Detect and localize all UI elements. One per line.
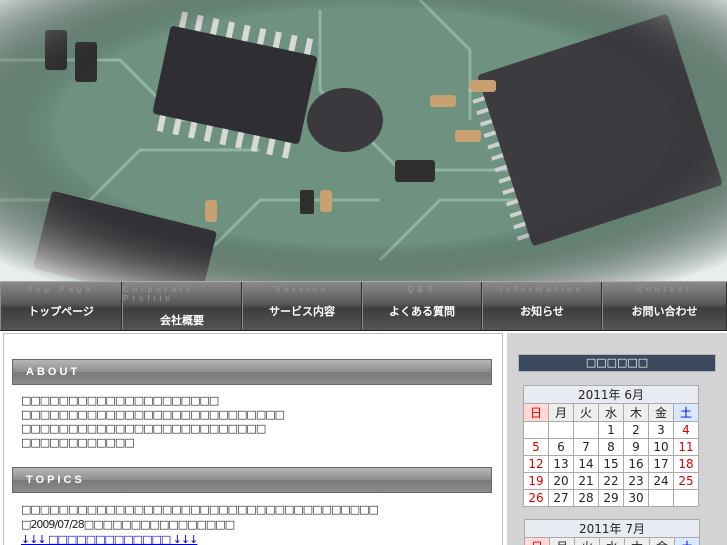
weekday-tue: 火 bbox=[573, 403, 599, 422]
calendar-july: 2011年 7月 日 月 火 水 木 金 土 bbox=[524, 519, 700, 545]
nav-en-label: Q&A bbox=[407, 285, 437, 294]
weekday-sun: 日 bbox=[523, 403, 549, 422]
about-text: □□□□□□□□□□□□□□□□□□□□□ □□□□□□□□□□□□□□□□□□… bbox=[21, 394, 285, 450]
day-cell bbox=[548, 421, 574, 439]
weekday-sat: 土 bbox=[674, 537, 700, 545]
weekday-thu: 木 bbox=[624, 537, 650, 545]
day-cell: 2 bbox=[623, 421, 649, 439]
calendar-title: □□□□□□ bbox=[518, 354, 716, 372]
weekday-fri: 金 bbox=[649, 537, 675, 545]
nav-en-label: Contact bbox=[636, 285, 693, 294]
weekday-row: 日 月 火 水 木 金 土 bbox=[523, 403, 699, 422]
week-row: 12 13 14 15 16 17 18 bbox=[523, 455, 699, 473]
nav-jp-label: お問い合わせ bbox=[631, 305, 698, 318]
day-cell: 3 bbox=[648, 421, 674, 439]
day-cell: 28 bbox=[573, 489, 599, 507]
day-cell: 20 bbox=[548, 472, 574, 490]
weekday-wed: 水 bbox=[599, 537, 625, 545]
day-cell: 18 bbox=[673, 455, 699, 473]
weekday-mon: 月 bbox=[549, 537, 575, 545]
nav-contact[interactable]: Contact お問い合わせ bbox=[602, 282, 727, 330]
topics-link[interactable]: ↓↓↓ □□□□□□□□□□□□□ ↓↓↓ bbox=[21, 533, 198, 545]
nav-en-label: Information bbox=[499, 285, 585, 294]
header-image bbox=[0, 0, 727, 281]
nav-jp-label: トップページ bbox=[28, 305, 94, 318]
nav-jp-label: 会社概要 bbox=[160, 314, 204, 327]
topics-line: □2009/07/28□□□□□□□□□□□□□□□□ bbox=[21, 518, 235, 531]
day-cell: 10 bbox=[648, 438, 674, 456]
day-cell: 1 bbox=[598, 421, 624, 439]
weekday-row: 日 月 火 水 木 金 土 bbox=[524, 537, 700, 545]
day-cell: 19 bbox=[523, 472, 549, 490]
day-cell: 11 bbox=[673, 438, 699, 456]
about-line: □□□□□□□□□□□□□□□□□□□□□ bbox=[21, 394, 219, 407]
nav-en-label: Corporate Profile bbox=[123, 285, 195, 303]
day-cell: 23 bbox=[623, 472, 649, 490]
day-cell: 17 bbox=[648, 455, 674, 473]
week-row: 19 20 21 22 23 24 25 bbox=[523, 472, 699, 490]
about-line: □□□□□□□□□□□□ bbox=[21, 436, 135, 449]
day-cell: 7 bbox=[573, 438, 599, 456]
day-cell bbox=[573, 421, 599, 439]
sidebar: □□□□□□ 2011年 6月 日 月 火 水 木 金 土 1 2 3 4 5 … bbox=[507, 333, 727, 545]
main-nav: Top Page トップページ Corporate Profile 会社概要 S… bbox=[0, 281, 727, 331]
calendar-caption: 2011年 6月 bbox=[523, 385, 699, 403]
calendar-caption: 2011年 7月 bbox=[524, 519, 700, 537]
day-cell: 13 bbox=[548, 455, 574, 473]
weekday-mon: 月 bbox=[548, 403, 574, 422]
weekday-thu: 木 bbox=[623, 403, 649, 422]
nav-jp-label: サービス内容 bbox=[269, 305, 335, 318]
day-cell: 6 bbox=[548, 438, 574, 456]
day-cell: 24 bbox=[648, 472, 674, 490]
day-cell: 22 bbox=[598, 472, 624, 490]
nav-corporate-profile[interactable]: Corporate Profile 会社概要 bbox=[122, 282, 242, 330]
day-cell: 27 bbox=[548, 489, 574, 507]
weekday-fri: 金 bbox=[648, 403, 674, 422]
topics-line: □□□□□□□□□□□□□□□□□□□□□□□□□□□□□□□□□□□□□□ bbox=[21, 503, 379, 516]
day-cell bbox=[673, 489, 699, 507]
weekday-wed: 水 bbox=[598, 403, 624, 422]
circuit-board-photo bbox=[0, 0, 727, 281]
calendar-june: 2011年 6月 日 月 火 水 木 金 土 1 2 3 4 5 6 7 8 9… bbox=[523, 385, 699, 507]
day-cell: 26 bbox=[523, 489, 549, 507]
nav-top-page[interactable]: Top Page トップページ bbox=[0, 282, 122, 330]
about-line: □□□□□□□□□□□□□□□□□□□□□□□□□□ bbox=[21, 422, 266, 435]
nav-information[interactable]: Information お知らせ bbox=[482, 282, 602, 330]
week-row: 5 6 7 8 9 10 11 bbox=[523, 438, 699, 456]
about-line: □□□□□□□□□□□□□□□□□□□□□□□□□□□□ bbox=[21, 408, 285, 421]
weekday-tue: 火 bbox=[574, 537, 600, 545]
nav-en-label: Service bbox=[274, 285, 330, 294]
weekday-sat: 土 bbox=[673, 403, 699, 422]
day-cell: 9 bbox=[623, 438, 649, 456]
day-cell: 4 bbox=[673, 421, 699, 439]
day-cell: 14 bbox=[573, 455, 599, 473]
day-cell: 12 bbox=[523, 455, 549, 473]
about-heading: ABOUT bbox=[12, 359, 492, 385]
week-row: 26 27 28 29 30 bbox=[523, 489, 699, 507]
week-row: 1 2 3 4 bbox=[523, 421, 699, 439]
nav-qa[interactable]: Q&A よくある質問 bbox=[362, 282, 482, 330]
day-cell bbox=[523, 421, 549, 439]
day-cell: 16 bbox=[623, 455, 649, 473]
main-content: ABOUT □□□□□□□□□□□□□□□□□□□□□ □□□□□□□□□□□□… bbox=[3, 333, 503, 545]
nav-service[interactable]: Service サービス内容 bbox=[242, 282, 362, 330]
day-cell: 8 bbox=[598, 438, 624, 456]
day-cell bbox=[648, 489, 674, 507]
nav-en-label: Top Page bbox=[28, 285, 94, 294]
topics-text: □□□□□□□□□□□□□□□□□□□□□□□□□□□□□□□□□□□□□□ □… bbox=[21, 502, 379, 545]
nav-jp-label: よくある質問 bbox=[389, 305, 455, 318]
topics-heading: TOPICS bbox=[12, 467, 492, 493]
day-cell-today: 21 bbox=[573, 472, 599, 490]
day-cell: 15 bbox=[598, 455, 624, 473]
weekday-sun: 日 bbox=[524, 537, 550, 545]
day-cell: 30 bbox=[623, 489, 649, 507]
day-cell: 25 bbox=[673, 472, 699, 490]
nav-jp-label: お知らせ bbox=[520, 305, 564, 318]
day-cell: 29 bbox=[598, 489, 624, 507]
day-cell: 5 bbox=[523, 438, 549, 456]
